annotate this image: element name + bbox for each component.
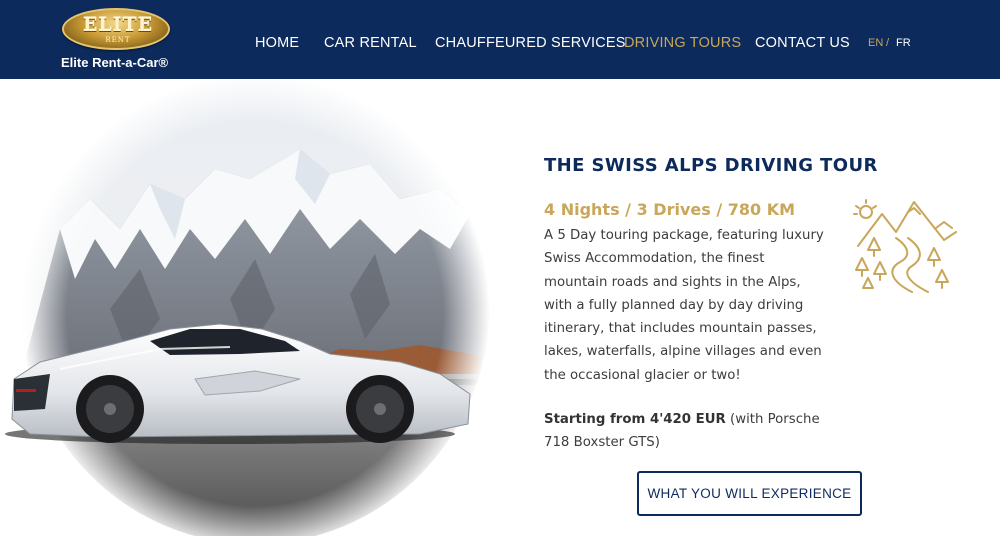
nav-contact-us[interactable]: CONTACT US [755, 35, 850, 51]
logo-subtext: RENT [105, 36, 131, 44]
front-wheel [346, 375, 414, 443]
tour-title: THE SWISS ALPS DRIVING TOUR [544, 155, 878, 176]
alps-supercar-illustration [0, 79, 490, 536]
hero-image [0, 79, 490, 536]
tour-price: Starting from 4'420 EUR (with Porsche 71… [544, 408, 834, 454]
mountain-road-icon [852, 196, 958, 296]
nav-driving-tours[interactable]: DRIVING TOURS [624, 35, 741, 51]
price-amount: Starting from 4'420 EUR [544, 412, 726, 427]
what-you-will-experience-button[interactable]: WHAT YOU WILL EXPERIENCE [637, 471, 862, 516]
language-en[interactable]: EN [868, 37, 883, 49]
logo-emblem: ELITE RENT [62, 8, 170, 50]
site-header: ELITE RENT Elite Rent-a-Car® HOME CAR RE… [0, 0, 1000, 79]
language-separator: / [886, 37, 890, 49]
tour-summary: 4 Nights / 3 Drives / 780 KM [544, 200, 796, 219]
brand-name: Elite Rent-a-Car® [61, 55, 169, 70]
tour-description: A 5 Day touring package, featuring luxur… [544, 228, 824, 383]
nav-car-rental[interactable]: CAR RENTAL [324, 35, 417, 51]
language-fr[interactable]: FR [896, 37, 911, 49]
logo-text: ELITE [82, 14, 154, 36]
brand-logo[interactable]: ELITE RENT Elite Rent-a-Car® [60, 8, 180, 74]
nav-chauffeured-services[interactable]: CHAUFFEURED SERVICES [435, 35, 626, 51]
rear-wheel [76, 375, 144, 443]
nav-home[interactable]: HOME [255, 35, 299, 51]
